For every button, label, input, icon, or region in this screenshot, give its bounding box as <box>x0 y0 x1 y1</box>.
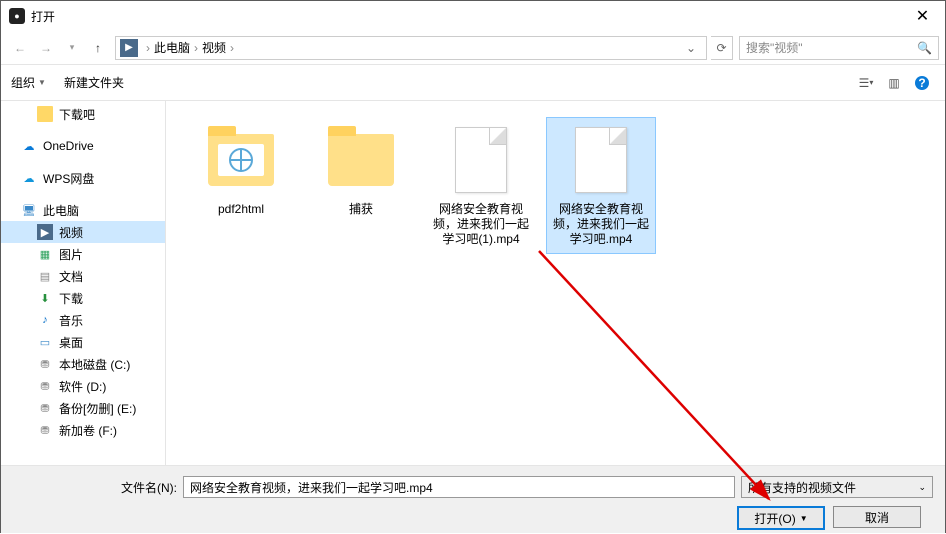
organize-label: 组织 <box>11 74 35 91</box>
file-icon <box>446 124 516 196</box>
sidebar-item[interactable]: ⬇ 下载 <box>1 287 165 309</box>
toolbar: 组织 ▼ 新建文件夹 ☰▾ ▥ ? <box>1 65 945 101</box>
breadcrumb-dropdown-icon[interactable]: ⌄ <box>680 41 702 55</box>
forward-button[interactable]: → <box>33 35 59 61</box>
vid-icon: ▶ <box>37 224 53 240</box>
disk-icon: ⛃ <box>37 378 53 394</box>
open-button[interactable]: 打开(O) ▼ <box>737 506 825 530</box>
file-label: 网络安全教育视频，进来我们一起学习吧(1).mp4 <box>431 202 531 247</box>
cancel-button[interactable]: 取消 <box>833 506 921 528</box>
cloud-b-icon: ☁ <box>21 138 37 154</box>
sidebar-item-label: 视频 <box>59 224 83 241</box>
disk-icon: ⛃ <box>37 422 53 438</box>
sidebar-item-label: 新加卷 (F:) <box>59 422 117 439</box>
file-label: pdf2html <box>191 202 291 217</box>
sidebar-item[interactable]: ♪ 音乐 <box>1 309 165 331</box>
sidebar-item[interactable]: ⛃ 本地磁盘 (C:) <box>1 353 165 375</box>
sidebar-item-label: 备份[勿删] (E:) <box>59 400 136 417</box>
up-button[interactable]: ↑ <box>85 35 111 61</box>
sidebar-item[interactable]: ▦ 图片 <box>1 243 165 265</box>
file-label: 捕获 <box>311 202 411 217</box>
filter-label: 所有支持的视频文件 <box>748 479 856 496</box>
preview-pane-button[interactable]: ▥ <box>881 70 907 96</box>
location-icon: ▶ <box>120 39 138 57</box>
sidebar-item[interactable]: ☁ WPS网盘 <box>1 167 165 189</box>
back-button[interactable]: ← <box>7 35 33 61</box>
breadcrumb-sep: › <box>142 41 154 55</box>
main-area: 下载吧 ☁ OneDrive ☁ WPS网盘 🖥 此电脑 ▶ 视频 ▦ 图片 ▤ 文档 ⬇ 下载 ♪ 音乐 ▭ 桌面… <box>1 101 945 465</box>
sidebar-item[interactable]: 🖥 此电脑 <box>1 199 165 221</box>
sidebar-item-label: 下载 <box>59 290 83 307</box>
filter-dropdown[interactable]: 所有支持的视频文件 ⌄ <box>741 476 933 498</box>
close-button[interactable]: ✕ <box>900 1 945 31</box>
filename-input[interactable] <box>183 476 735 498</box>
sidebar-item[interactable]: 下载吧 <box>1 103 165 125</box>
help-button[interactable]: ? <box>909 70 935 96</box>
search-icon: 🔍 <box>917 41 932 55</box>
dl-icon: ⬇ <box>37 290 53 306</box>
chevron-down-icon: ⌄ <box>918 482 926 493</box>
sidebar: 下载吧 ☁ OneDrive ☁ WPS网盘 🖥 此电脑 ▶ 视频 ▦ 图片 ▤ 文档 ⬇ 下载 ♪ 音乐 ▭ 桌面… <box>1 101 166 465</box>
sidebar-item[interactable]: ⛃ 备份[勿删] (E:) <box>1 397 165 419</box>
titlebar: ● 打开 ✕ <box>1 1 945 31</box>
folder-y-icon <box>37 106 53 122</box>
sidebar-item-label: 文档 <box>59 268 83 285</box>
sidebar-item-label: WPS网盘 <box>43 170 94 187</box>
sidebar-item-label: 下载吧 <box>59 106 95 123</box>
nav-bar: ← → ▾ ↑ ▶ › 此电脑 › 视频 › ⌄ ⟳ 搜索"视频" 🔍 <box>1 31 945 65</box>
sidebar-item-label: 软件 (D:) <box>59 378 106 395</box>
organize-menu[interactable]: 组织 ▼ <box>11 74 46 91</box>
file-icon <box>566 124 636 196</box>
folder-icon <box>206 124 276 196</box>
sidebar-item[interactable]: ▶ 视频 <box>1 221 165 243</box>
sidebar-item-label: 桌面 <box>59 334 83 351</box>
cloud-o-icon: ☁ <box>21 170 37 186</box>
file-item[interactable]: pdf2html <box>186 117 296 224</box>
new-folder-label: 新建文件夹 <box>64 74 124 91</box>
breadcrumb-folder[interactable]: 视频 <box>202 39 226 56</box>
folder-icon <box>326 124 396 196</box>
chevron-down-icon: ▼ <box>38 78 46 87</box>
file-list[interactable]: pdf2html 捕获 网络安全教育视频，进来我们一起学习吧(1).mp4 网络安全教… <box>166 101 945 465</box>
view-options-button[interactable]: ☰▾ <box>853 70 879 96</box>
sidebar-item[interactable]: ☁ OneDrive <box>1 135 165 157</box>
filename-label: 文件名(N): <box>13 479 183 496</box>
sidebar-item-label: 音乐 <box>59 312 83 329</box>
svg-text:?: ? <box>918 76 925 90</box>
img-icon: ▦ <box>37 246 53 262</box>
file-item[interactable]: 网络安全教育视频，进来我们一起学习吧(1).mp4 <box>426 117 536 254</box>
sidebar-item[interactable]: ⛃ 新加卷 (F:) <box>1 419 165 441</box>
pc-icon: 🖥 <box>21 202 37 218</box>
app-icon: ● <box>9 8 25 24</box>
cancel-button-label: 取消 <box>865 509 889 526</box>
sidebar-item-label: 此电脑 <box>43 202 79 219</box>
sidebar-item-label: OneDrive <box>43 139 94 153</box>
file-label: 网络安全教育视频，进来我们一起学习吧.mp4 <box>551 202 651 247</box>
open-button-label: 打开(O) <box>754 510 795 527</box>
breadcrumb[interactable]: ▶ › 此电脑 › 视频 › ⌄ <box>115 36 707 60</box>
breadcrumb-sep: › <box>190 41 202 55</box>
disk-icon: ⛃ <box>37 400 53 416</box>
sidebar-item[interactable]: ⛃ 软件 (D:) <box>1 375 165 397</box>
search-placeholder: 搜索"视频" <box>746 39 803 56</box>
window-title: 打开 <box>31 8 900 25</box>
breadcrumb-sep: › <box>226 41 238 55</box>
desk-icon: ▭ <box>37 334 53 350</box>
file-item[interactable]: 捕获 <box>306 117 416 224</box>
sidebar-item[interactable]: ▤ 文档 <box>1 265 165 287</box>
music-icon: ♪ <box>37 312 53 328</box>
sidebar-item-label: 图片 <box>59 246 83 263</box>
new-folder-button[interactable]: 新建文件夹 <box>64 74 124 91</box>
recent-dropdown[interactable]: ▾ <box>59 35 85 61</box>
sidebar-item-label: 本地磁盘 (C:) <box>59 356 130 373</box>
chevron-down-icon: ▼ <box>800 514 808 523</box>
file-item[interactable]: 网络安全教育视频，进来我们一起学习吧.mp4 <box>546 117 656 254</box>
doc-icon: ▤ <box>37 268 53 284</box>
search-input[interactable]: 搜索"视频" 🔍 <box>739 36 939 60</box>
sidebar-item[interactable]: ▭ 桌面 <box>1 331 165 353</box>
bottom-bar: 文件名(N): 所有支持的视频文件 ⌄ 打开(O) ▼ 取消 <box>1 465 945 533</box>
disk-icon: ⛃ <box>37 356 53 372</box>
refresh-button[interactable]: ⟳ <box>711 36 733 60</box>
breadcrumb-root[interactable]: 此电脑 <box>154 39 190 56</box>
